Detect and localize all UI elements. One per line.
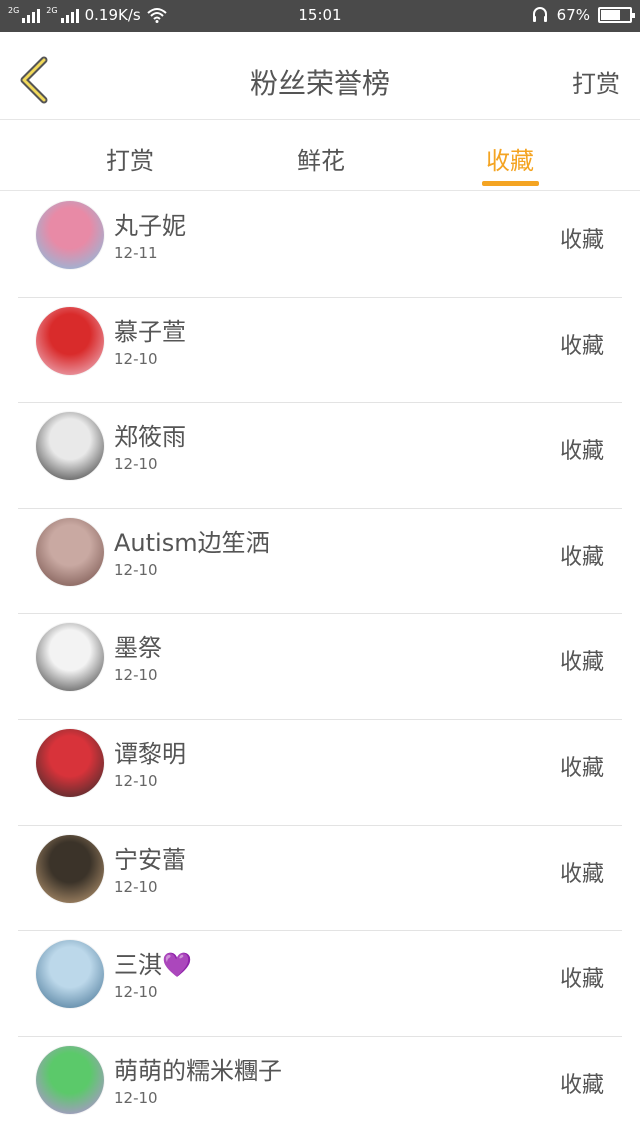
fan-name: 慕子萱 bbox=[114, 317, 186, 346]
fan-date: 12-10 bbox=[114, 349, 158, 368]
tab-favorites[interactable]: 收藏 bbox=[450, 141, 570, 176]
list-item[interactable]: 三淇💜 12-10 收藏 bbox=[18, 931, 622, 1037]
avatar bbox=[36, 306, 104, 375]
row-action-label: 收藏 bbox=[559, 861, 604, 887]
avatar bbox=[36, 201, 104, 269]
avatar bbox=[36, 940, 104, 1009]
fan-name: 郑筱雨 bbox=[114, 423, 186, 452]
list-item[interactable]: 慕子萱 12-10 收藏 bbox=[18, 298, 622, 404]
fan-name: Autism边笙洒 bbox=[114, 528, 270, 557]
reward-header-button[interactable]: 打赏 bbox=[572, 64, 620, 99]
row-action-label: 收藏 bbox=[559, 1072, 604, 1098]
list-item[interactable]: 丸子妮 12-11 收藏 bbox=[18, 192, 622, 298]
status-right: 67% bbox=[531, 6, 635, 24]
fan-name: 丸子妮 bbox=[114, 212, 186, 240]
avatar bbox=[36, 1045, 104, 1114]
fan-list: 丸子妮 12-11 收藏 慕子萱 12-10 收藏 郑筱雨 12-10 收藏 A… bbox=[0, 192, 640, 1138]
fan-name: 谭黎明 bbox=[114, 739, 186, 768]
fan-date: 12-10 bbox=[114, 1088, 158, 1107]
fan-date: 12-10 bbox=[114, 455, 158, 474]
fan-name: 萌萌的糯米糰子 bbox=[114, 1056, 282, 1085]
row-action-label: 收藏 bbox=[559, 650, 604, 676]
fan-date: 12-11 bbox=[114, 244, 158, 262]
list-item[interactable]: Autism边笙洒 12-10 收藏 bbox=[18, 509, 622, 615]
app-header: 粉丝荣誉榜 打赏 bbox=[0, 32, 640, 120]
fan-date: 12-10 bbox=[114, 666, 158, 685]
fan-date: 12-10 bbox=[114, 771, 158, 790]
fan-date: 12-10 bbox=[114, 560, 158, 579]
avatar bbox=[36, 623, 104, 692]
status-bar: 2G 2G 0.19K/s 15:01 67% bbox=[0, 0, 640, 32]
row-action-label: 收藏 bbox=[559, 967, 604, 993]
battery-icon bbox=[598, 7, 635, 23]
row-action-label: 收藏 bbox=[559, 333, 604, 359]
active-tab-indicator bbox=[482, 181, 539, 186]
tab-reward[interactable]: 打赏 bbox=[70, 141, 190, 176]
row-action-label: 收藏 bbox=[559, 544, 604, 570]
battery-percentage: 67% bbox=[556, 6, 590, 24]
list-item[interactable]: 墨祭 12-10 收藏 bbox=[18, 614, 622, 720]
row-action-label: 收藏 bbox=[559, 439, 604, 465]
avatar bbox=[36, 517, 104, 586]
headset-icon bbox=[532, 7, 547, 22]
tab-bar: 打赏 鲜花 收藏 bbox=[0, 121, 640, 191]
list-item[interactable]: 郑筱雨 12-10 收藏 bbox=[18, 403, 622, 509]
list-item[interactable]: 萌萌的糯米糰子 12-10 收藏 bbox=[18, 1037, 622, 1138]
row-action-label: 收藏 bbox=[559, 228, 604, 253]
fan-name: 墨祭 bbox=[114, 634, 162, 663]
fan-date: 12-10 bbox=[114, 983, 158, 1002]
avatar bbox=[36, 834, 104, 903]
avatar bbox=[36, 412, 104, 481]
fan-name: 宁安蕾 bbox=[114, 845, 186, 874]
fan-date: 12-10 bbox=[114, 877, 158, 896]
list-item[interactable]: 宁安蕾 12-10 收藏 bbox=[18, 826, 622, 932]
fan-name: 三淇💜 bbox=[114, 951, 192, 980]
list-item[interactable]: 谭黎明 12-10 收藏 bbox=[18, 720, 622, 826]
avatar bbox=[36, 728, 104, 797]
tab-flowers[interactable]: 鲜花 bbox=[261, 141, 381, 176]
page-title: 粉丝荣誉榜 bbox=[249, 67, 390, 100]
row-action-label: 收藏 bbox=[559, 755, 604, 781]
